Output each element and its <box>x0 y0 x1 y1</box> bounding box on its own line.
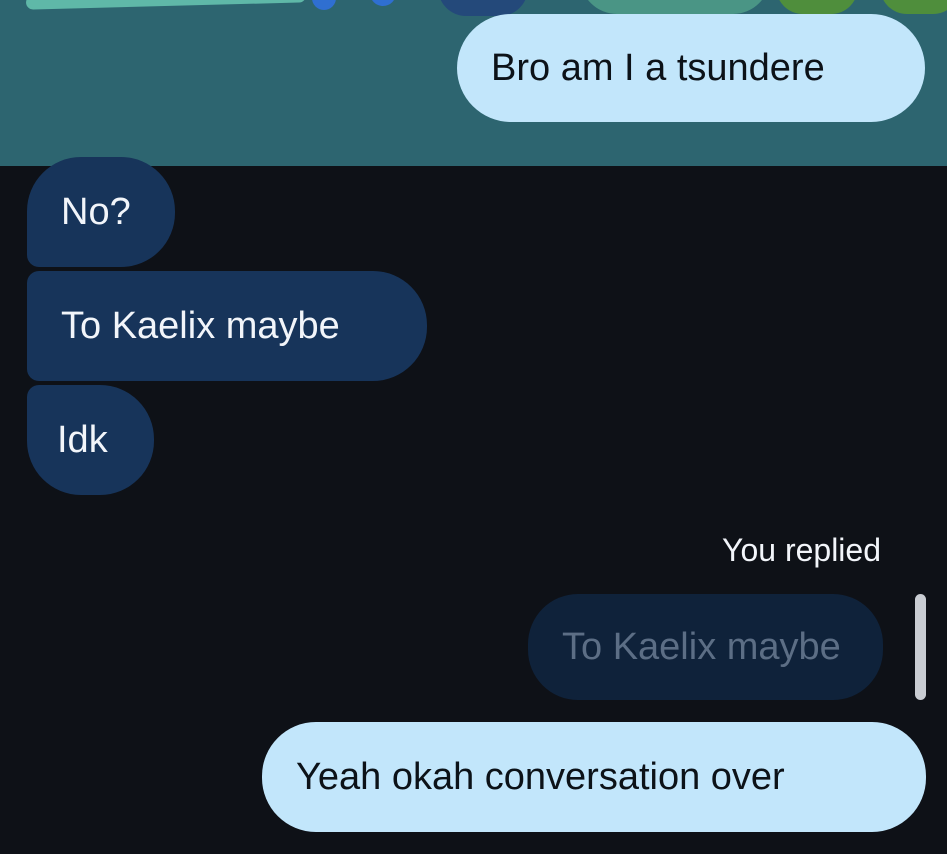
background-decoration <box>580 0 770 14</box>
message-text: Bro am I a tsundere <box>491 47 825 89</box>
message-bubble-received[interactable]: To Kaelix maybe <box>27 271 427 381</box>
message-text: Yeah okah conversation over <box>296 756 785 798</box>
message-text: Idk <box>57 419 108 461</box>
reply-context-label: You replied <box>722 532 881 568</box>
background-decoration <box>25 0 307 10</box>
background-decoration <box>776 0 858 14</box>
reply-indicator-bar <box>915 594 926 700</box>
background-decoration <box>880 0 947 14</box>
message-bubble-sent[interactable]: Bro am I a tsundere <box>457 14 925 122</box>
quoted-message-text: To Kaelix maybe <box>562 626 841 668</box>
message-bubble-received[interactable]: No? <box>27 157 175 267</box>
message-bubble-received[interactable]: Idk <box>27 385 154 495</box>
background-decoration <box>312 0 336 10</box>
message-bubble-sent[interactable]: Yeah okah conversation over <box>262 722 926 832</box>
background-decoration <box>370 0 396 6</box>
message-text: No? <box>61 191 131 233</box>
quoted-message-bubble[interactable]: To Kaelix maybe <box>528 594 883 700</box>
message-text: To Kaelix maybe <box>61 305 340 347</box>
